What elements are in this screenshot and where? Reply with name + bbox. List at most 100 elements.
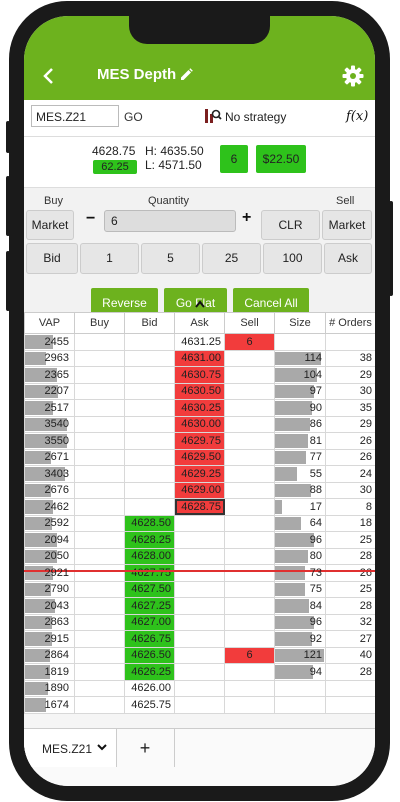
buy-cell[interactable] <box>74 399 125 417</box>
buy-cell[interactable] <box>74 481 125 499</box>
sell-cell[interactable]: 6 <box>224 646 275 664</box>
sell-cell[interactable] <box>224 481 275 499</box>
ask-cell[interactable]: 4631.25 <box>174 333 225 351</box>
buy-cell[interactable] <box>74 349 125 367</box>
bid-cell[interactable]: 4627.25 <box>124 597 175 615</box>
sell-cell[interactable] <box>224 399 275 417</box>
ask-cell[interactable]: 4630.50 <box>174 382 225 400</box>
bid-cell[interactable] <box>124 465 175 483</box>
ask-button[interactable]: Ask <box>324 243 372 274</box>
buy-cell[interactable] <box>74 514 125 532</box>
bid-cell[interactable] <box>124 366 175 384</box>
bid-cell[interactable]: 4627.75 <box>124 564 175 582</box>
ask-cell[interactable] <box>174 564 225 582</box>
sell-cell[interactable] <box>224 597 275 615</box>
buy-cell[interactable] <box>74 646 125 664</box>
buy-cell[interactable] <box>74 580 125 598</box>
bid-cell[interactable]: 4627.50 <box>124 580 175 598</box>
sell-cell[interactable]: 6 <box>224 333 275 351</box>
ask-cell[interactable]: 4629.25 <box>174 465 225 483</box>
ask-cell[interactable] <box>174 514 225 532</box>
ask-cell[interactable]: 4630.75 <box>174 366 225 384</box>
function-button[interactable]: f(x) <box>346 109 368 124</box>
quantity-input[interactable]: 6 <box>104 210 236 232</box>
buy-cell[interactable] <box>74 597 125 615</box>
sell-cell[interactable] <box>224 564 275 582</box>
bid-cell[interactable] <box>124 333 175 351</box>
sell-cell[interactable] <box>224 415 275 433</box>
ask-cell[interactable]: 4629.50 <box>174 448 225 466</box>
sell-cell[interactable] <box>224 547 275 565</box>
ask-cell[interactable] <box>174 613 225 631</box>
ask-cell[interactable]: 4630.00 <box>174 415 225 433</box>
bid-cell[interactable] <box>124 415 175 433</box>
buy-cell[interactable] <box>74 531 125 549</box>
buy-cell[interactable] <box>74 613 125 631</box>
ask-cell[interactable] <box>174 597 225 615</box>
bid-cell[interactable]: 4628.00 <box>124 547 175 565</box>
sell-cell[interactable] <box>224 498 275 516</box>
sell-cell[interactable] <box>224 465 275 483</box>
buy-cell[interactable] <box>74 465 125 483</box>
bid-cell[interactable] <box>124 399 175 417</box>
bid-cell[interactable]: 4628.50 <box>124 514 175 532</box>
ask-cell[interactable] <box>174 531 225 549</box>
gear-icon[interactable] <box>342 65 364 87</box>
bid-cell[interactable] <box>124 481 175 499</box>
sell-cell[interactable] <box>224 514 275 532</box>
symbol-tab[interactable]: MES.Z21 <box>24 729 117 767</box>
ask-cell[interactable] <box>174 696 225 714</box>
quantity-plus-button[interactable]: + <box>242 209 251 227</box>
ask-cell[interactable]: 4629.75 <box>174 432 225 450</box>
caret-up-icon[interactable] <box>194 299 206 309</box>
pencil-icon[interactable] <box>180 68 193 81</box>
bid-cell[interactable] <box>124 349 175 367</box>
bid-cell[interactable]: 4627.00 <box>124 613 175 631</box>
buy-cell[interactable] <box>74 366 125 384</box>
bid-cell[interactable]: 4628.25 <box>124 531 175 549</box>
sell-cell[interactable] <box>224 448 275 466</box>
buy-cell[interactable] <box>74 432 125 450</box>
buy-cell[interactable] <box>74 679 125 697</box>
symbol-input[interactable]: MES.Z21 <box>31 105 119 127</box>
ask-cell[interactable] <box>174 547 225 565</box>
sell-cell[interactable] <box>224 580 275 598</box>
bid-cell[interactable]: 4626.75 <box>124 630 175 648</box>
quantity-preset-5[interactable]: 5 <box>141 243 200 274</box>
sell-cell[interactable] <box>224 531 275 549</box>
buy-cell[interactable] <box>74 333 125 351</box>
buy-cell[interactable] <box>74 382 125 400</box>
ask-cell[interactable] <box>174 679 225 697</box>
strategy-icon[interactable] <box>204 106 222 124</box>
ask-cell[interactable]: 4628.75 <box>174 498 225 516</box>
buy-cell[interactable] <box>74 448 125 466</box>
buy-cell[interactable] <box>74 547 125 565</box>
sell-cell[interactable] <box>224 382 275 400</box>
go-button[interactable]: GO <box>124 110 143 124</box>
quantity-minus-button[interactable]: − <box>86 210 95 228</box>
quantity-preset-100[interactable]: 100 <box>263 243 322 274</box>
quantity-preset-1[interactable]: 1 <box>80 243 139 274</box>
back-arrow-icon[interactable] <box>38 65 60 87</box>
bid-cell[interactable] <box>124 432 175 450</box>
sell-cell[interactable] <box>224 630 275 648</box>
bid-cell[interactable]: 4626.00 <box>124 679 175 697</box>
bid-cell[interactable]: 4626.25 <box>124 663 175 681</box>
sell-cell[interactable] <box>224 349 275 367</box>
ask-cell[interactable]: 4630.25 <box>174 399 225 417</box>
buy-cell[interactable] <box>74 498 125 516</box>
add-tab-button[interactable]: + <box>116 729 175 767</box>
buy-cell[interactable] <box>74 564 125 582</box>
ask-cell[interactable]: 4631.00 <box>174 349 225 367</box>
quantity-preset-25[interactable]: 25 <box>202 243 261 274</box>
bid-cell[interactable] <box>124 382 175 400</box>
buy-cell[interactable] <box>74 630 125 648</box>
ask-cell[interactable] <box>174 646 225 664</box>
bid-cell[interactable] <box>124 448 175 466</box>
sell-cell[interactable] <box>224 432 275 450</box>
pnl-badge[interactable]: $22.50 <box>256 145 306 173</box>
bid-cell[interactable]: 4626.50 <box>124 646 175 664</box>
sell-cell[interactable] <box>224 679 275 697</box>
page-title[interactable]: MES Depth <box>97 66 193 83</box>
buy-cell[interactable] <box>74 415 125 433</box>
